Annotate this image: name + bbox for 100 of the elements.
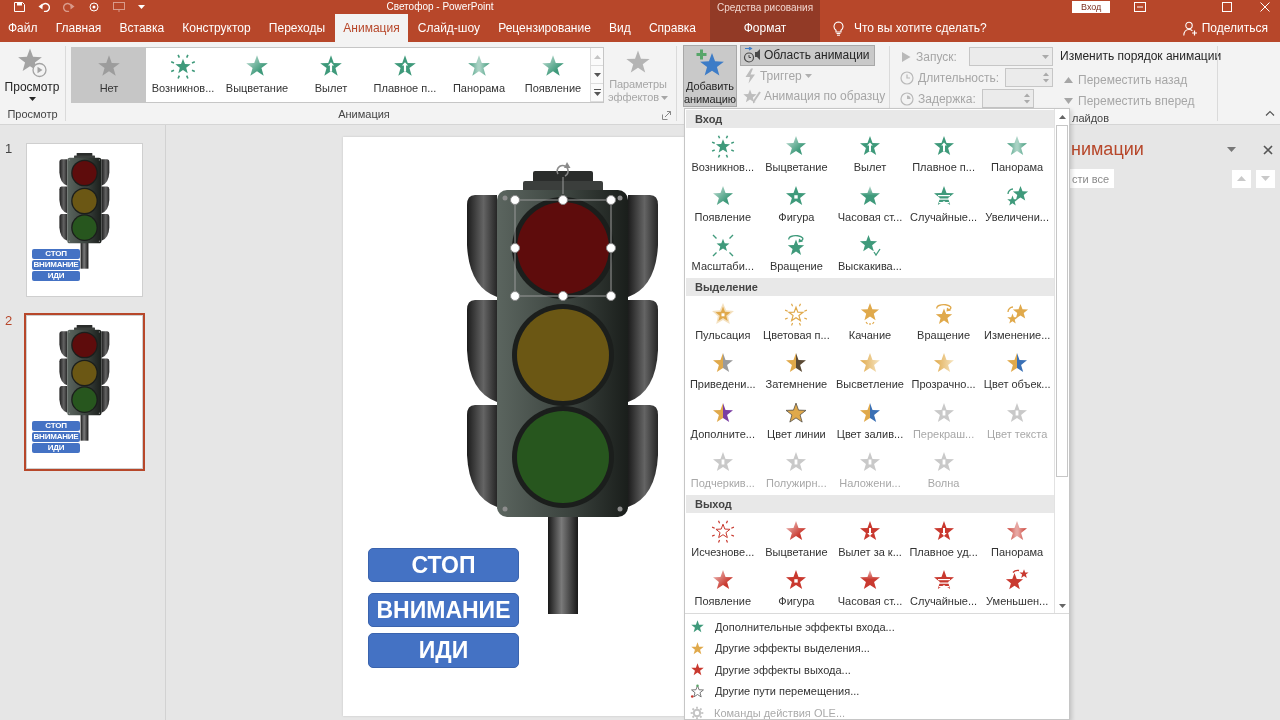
menu-item[interactable]: Другие эффекты выхода... [685,659,1069,681]
effect-item[interactable]: Затемнение [759,345,834,395]
effect-item[interactable]: Фигура [759,177,834,227]
ribbon-tab[interactable]: Конструктор [174,14,259,42]
gallery-item[interactable]: Нет [72,48,146,102]
gallery-down-button[interactable] [591,66,603,84]
effect-item[interactable]: Возникнов... [686,128,760,178]
resize-handle[interactable] [558,291,568,301]
play-all-button[interactable]: сти все [1070,169,1115,188]
sign-in-button[interactable]: Вход [1072,1,1111,13]
save-icon[interactable] [14,2,25,12]
slide-number: 1 [4,141,14,156]
effect-item[interactable]: Приведени... [686,345,760,395]
more-icon [593,89,601,96]
resize-handle[interactable] [510,243,520,253]
effect-item[interactable]: Исчезнове... [686,512,760,562]
ribbon-tab[interactable]: Рецензирование [490,14,599,42]
ribbon-tab[interactable]: Главная [47,14,110,42]
gallery-item[interactable]: Появление [516,48,590,102]
effect-item[interactable]: Выцветание [759,128,834,178]
gallery-more-button[interactable] [591,84,603,102]
ribbon-tab[interactable]: Справка [640,14,704,42]
search-field[interactable]: Что вы хотите сделать? [854,21,1014,35]
effect-item[interactable]: Фигура [759,562,834,612]
scrollbar[interactable] [1054,109,1069,613]
slide-label: ВНИМАНИЕ [32,260,80,270]
effect-item[interactable]: Случайные... [906,562,981,612]
gallery-item[interactable]: Выцветание [220,48,294,102]
target-icon[interactable] [88,2,100,12]
effect-item[interactable]: Прозрачно... [906,345,981,395]
signal-lamp[interactable] [517,309,609,401]
effect-item[interactable]: Часовая ст... [833,177,907,227]
effect-item[interactable]: Плавное п... [906,128,981,178]
resize-handle[interactable] [606,243,616,253]
ribbon-tab[interactable]: Файл [0,14,46,42]
menu-item[interactable]: Другие пути перемещения... [685,680,1069,702]
slide-thumbnail[interactable]: СТОП ВНИМАНИЕ ИДИ [24,141,145,299]
effect-item[interactable]: Цвет линии [759,394,834,444]
effect-item[interactable]: Выцветание [759,512,834,562]
resize-handle[interactable] [510,195,520,205]
effect-item[interactable]: Пульсация [686,295,760,345]
effect-item[interactable]: Увеличени... [980,177,1054,227]
effect-item[interactable]: Случайные... [906,177,981,227]
resize-handle[interactable] [606,195,616,205]
effect-item[interactable]: Вылет за к... [833,512,907,562]
effect-item[interactable]: Вылет [833,128,907,178]
effect-item[interactable]: Панорама [980,128,1054,178]
effect-item[interactable]: Масштаби... [686,227,760,277]
ribbon-tab[interactable]: Формат [710,14,820,42]
effect-item[interactable]: Цвет залив... [833,394,907,444]
effect-item[interactable]: Изменение... [980,295,1054,345]
menu-item[interactable]: Другие эффекты выделения... [685,637,1069,659]
caret-down-icon[interactable] [1227,147,1236,152]
preview-button[interactable]: Просмотр [3,45,61,107]
group-label: Анимация [338,107,390,122]
star-icon [858,450,882,474]
collapse-ribbon-icon[interactable] [1265,110,1275,116]
ribbon-tab[interactable]: Вид [601,14,639,42]
effect-item[interactable]: Цвет объек... [980,345,1054,395]
effect-item[interactable]: Высветление [833,345,907,395]
resize-handle[interactable] [558,195,568,205]
resize-handle[interactable] [606,291,616,301]
ribbon-button[interactable]: Область анимации [739,45,875,66]
caret-down-icon[interactable] [138,5,145,9]
menu-item[interactable]: Дополнительные эффекты входа... [685,616,1069,638]
effect-item[interactable]: Цветовая п... [759,295,834,345]
star-icon [710,568,735,592]
ribbon-tab[interactable]: Слайд-шоу [409,14,489,42]
effect-item[interactable]: Появление [686,562,760,612]
resize-handle[interactable] [510,291,520,301]
star-icon [784,351,809,375]
dialog-launcher-icon[interactable] [662,111,671,120]
ribbon-tab[interactable]: Переходы [260,14,334,42]
window-icon[interactable] [1134,2,1147,12]
clock-icon [900,91,914,106]
rotate-handle[interactable] [556,162,571,195]
effect-item[interactable]: Вращение [759,227,834,277]
gallery-item[interactable]: Вылет [294,48,368,102]
gallery-item[interactable]: Панорама [442,48,516,102]
scrollbar-thumb[interactable] [1056,125,1068,477]
slide-label: СТОП [32,249,80,259]
effect-item[interactable]: Дополните... [686,394,760,444]
effect-item[interactable]: Вращение [906,295,981,345]
gallery-item[interactable]: Возникнов... [146,48,220,102]
maximize-icon[interactable] [1222,2,1233,12]
effect-item[interactable]: Панорама [980,512,1054,562]
effect-item[interactable]: Качание [833,295,907,345]
undo-icon[interactable] [38,2,50,12]
effect-item[interactable]: Выскакива... [833,227,907,277]
effect-item[interactable]: Появление [686,177,760,227]
add-animation-button[interactable]: Добавить анимацию [683,45,737,107]
slide-thumbnail[interactable]: СТОП ВНИМАНИЕ ИДИ [24,313,145,471]
share-button[interactable]: Поделиться [1180,14,1270,42]
effect-item[interactable]: Уменьшен... [980,562,1054,612]
gallery-item[interactable]: Плавное п... [368,48,442,102]
effect-item[interactable]: Плавное уд... [906,512,981,562]
effect-item[interactable]: Часовая ст... [833,562,907,612]
close-icon[interactable] [1263,144,1273,155]
ribbon-tab[interactable]: Вставка [111,14,173,42]
ribbon-tab[interactable]: Анимация [335,14,408,42]
